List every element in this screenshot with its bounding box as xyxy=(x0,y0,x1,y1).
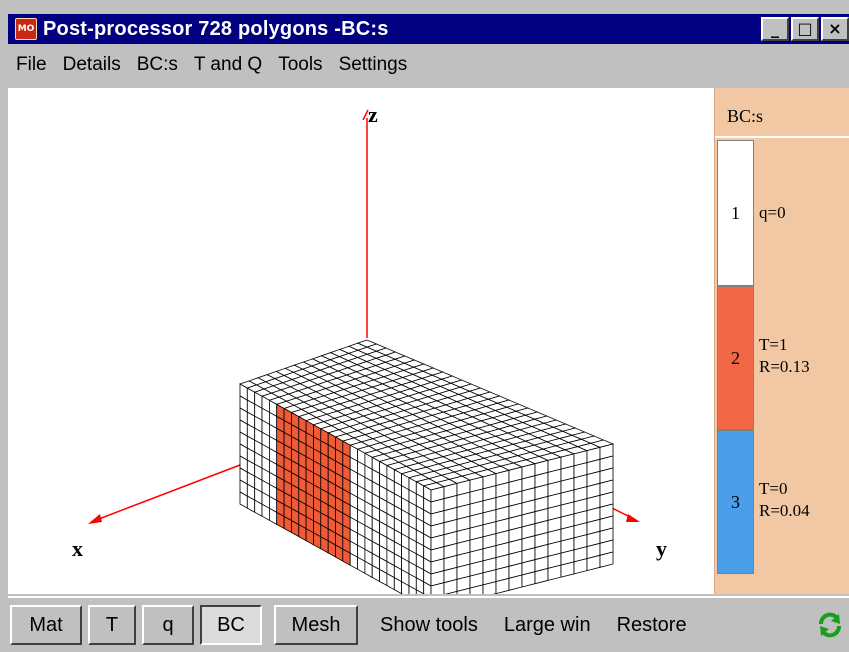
mesh-button[interactable]: Mesh xyxy=(274,605,358,645)
z-axis-label: z xyxy=(368,102,378,127)
x-axis xyxy=(90,464,241,523)
bc-number-3: 3 xyxy=(731,491,740,512)
y-axis-arrow xyxy=(626,514,640,522)
mat-button[interactable]: Mat xyxy=(10,605,82,645)
bc-label-3-line-1: T=0 xyxy=(759,479,788,498)
bottom-toolbar: Mat T q BC Mesh Show tools Large win Res… xyxy=(8,596,849,652)
y-axis-label: y xyxy=(656,536,667,561)
bc-button[interactable]: BC xyxy=(200,605,262,645)
maximize-button[interactable]: □ xyxy=(791,17,819,41)
menu-t-and-q[interactable]: T and Q xyxy=(186,54,270,76)
menu-details[interactable]: Details xyxy=(55,54,129,76)
x-axis-label: x xyxy=(72,536,83,561)
restore-button[interactable]: Restore xyxy=(617,614,687,637)
bc-swatch-1[interactable]: 1 xyxy=(717,140,754,286)
model-3d-view[interactable]: z x y xyxy=(8,88,714,594)
bc-label-2: T=1 R=0.13 xyxy=(759,334,810,378)
bc-panel-divider xyxy=(715,136,849,138)
bc-number-1: 1 xyxy=(731,202,740,223)
close-button[interactable]: × xyxy=(821,17,849,41)
t-button[interactable]: T xyxy=(88,605,136,645)
bc-label-1: q=0 xyxy=(759,202,786,224)
bc-panel-title: BC:s xyxy=(727,106,764,126)
app-icon: MO xyxy=(15,18,37,40)
bc-swatch-2[interactable]: 2 xyxy=(717,286,754,430)
post-processor-window: MO Post-processor 728 polygons -BC:s _ □… xyxy=(0,0,849,652)
title-bar[interactable]: MO Post-processor 728 polygons -BC:s _ □… xyxy=(8,14,849,44)
bc-label-3: T=0 R=0.04 xyxy=(759,478,810,522)
q-button[interactable]: q xyxy=(142,605,194,645)
menu-tools[interactable]: Tools xyxy=(270,54,330,76)
model-viewport[interactable]: z x y xyxy=(8,88,714,594)
bc-legend-panel: BC:s 1 q=0 2 T=1 R=0.13 3 T=0 R=0.04 xyxy=(714,88,849,594)
large-win-button[interactable]: Large win xyxy=(504,614,591,637)
bc-label-2-line-1: T=1 xyxy=(759,335,788,354)
show-tools-button[interactable]: Show tools xyxy=(380,614,478,637)
bc-label-3-line-2: R=0.04 xyxy=(759,501,810,520)
menu-bar: File Details BC:s T and Q Tools Settings xyxy=(8,48,415,82)
window-title: Post-processor 728 polygons -BC:s xyxy=(43,17,389,40)
refresh-icon[interactable] xyxy=(817,612,843,638)
menu-file[interactable]: File xyxy=(8,54,55,76)
x-axis-arrow xyxy=(88,514,102,524)
window-controls: _ □ × xyxy=(761,17,849,41)
minimize-button[interactable]: _ xyxy=(761,17,789,41)
menu-settings[interactable]: Settings xyxy=(331,54,416,76)
menu-bcs[interactable]: BC:s xyxy=(129,54,186,76)
bc-label-2-line-2: R=0.13 xyxy=(759,357,810,376)
bc-number-2: 2 xyxy=(731,347,740,368)
bc-label-1-line-1: q=0 xyxy=(759,203,786,222)
bc-swatch-3[interactable]: 3 xyxy=(717,430,754,574)
